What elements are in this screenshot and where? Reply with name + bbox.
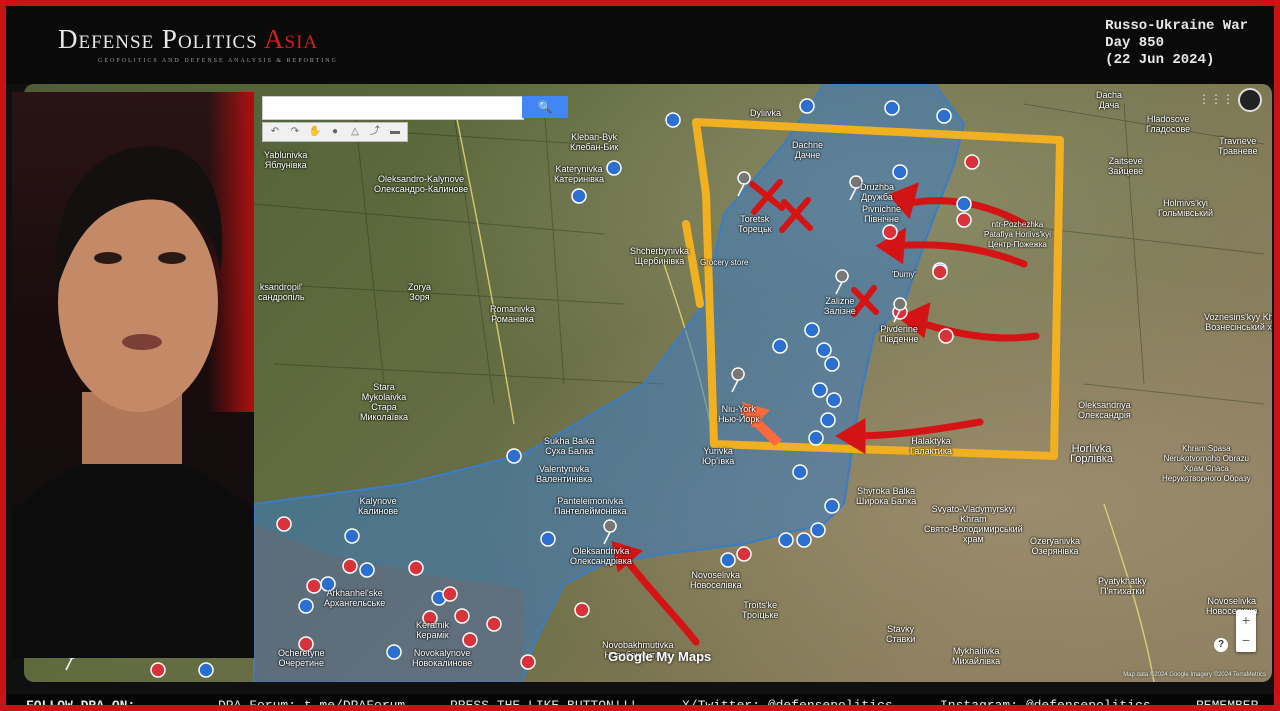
zoom-out-button[interactable]: − bbox=[1236, 630, 1256, 650]
place-label: Yurivka Юр'ївка bbox=[702, 446, 735, 466]
place-label: Dyliivka bbox=[750, 108, 782, 118]
header-bar: Defense Politics Asia GEOPOLITICS AND DE… bbox=[6, 6, 1274, 84]
place-label: Stara Mykolaivka Стара Миколаївка bbox=[360, 382, 409, 422]
map-toolbar: ↶ ↷ ✋ ● △ ⤴ ▬ bbox=[262, 122, 408, 142]
place-label: Sukha Balka Суха Балка bbox=[544, 436, 595, 456]
place-label: Pivnichne Північне bbox=[862, 204, 902, 224]
place-label: Novokalynove Новокалинове bbox=[412, 648, 473, 668]
war-day: Day 850 bbox=[1105, 35, 1164, 51]
map-attribution: Map data ©2024 Google Imagery ©2024 Terr… bbox=[1123, 672, 1266, 678]
war-title: Russo-Ukraine War bbox=[1105, 18, 1248, 34]
brand-name: Defense Politics bbox=[58, 24, 258, 54]
place-label: Kleban-Byk Клебан-Бик bbox=[570, 132, 619, 152]
place-label: Pivdenne Південне bbox=[880, 324, 919, 344]
place-label: Arkhanhel'ske Архангельське bbox=[324, 588, 386, 608]
presenter-webcam bbox=[12, 92, 254, 658]
place-label: Halaktyka Галактика bbox=[910, 436, 952, 456]
place-label: 'Dumy' bbox=[892, 270, 916, 279]
place-label: Troïts'ke Троїцьке bbox=[742, 600, 779, 620]
place-label: ntr-Pozhezhka Patafiya Horlivs'kyi Центр… bbox=[984, 220, 1051, 249]
place-label: Svyato-Vladymyrskyi Khram Свято-Володими… bbox=[924, 504, 1023, 544]
place-label: Toretsk Торецьк bbox=[738, 214, 772, 234]
ticker-remember: REMEMBER bbox=[1196, 698, 1259, 711]
ticker-forum: DPA Forum: t.me/DPAForum bbox=[218, 698, 406, 711]
google-my-maps-logo: Google My Maps bbox=[608, 649, 712, 664]
place-label: Voznesins'kyy Khram Вознесінський храм bbox=[1204, 312, 1272, 332]
brand-logo: Defense Politics Asia bbox=[58, 24, 318, 55]
map-search-input[interactable] bbox=[262, 96, 524, 120]
place-label: Grocery store bbox=[700, 258, 749, 267]
place-label: Khram Spasa Nerukotvornoho Obrazu Храм С… bbox=[1162, 444, 1251, 483]
war-day-overlay: Russo-Ukraine War Day 850 (22 Jun 2024) bbox=[1105, 18, 1248, 69]
place-label: Oleksandriya Олександрія bbox=[1078, 400, 1131, 420]
account-avatar[interactable] bbox=[1238, 88, 1262, 112]
redo-icon[interactable]: ↷ bbox=[286, 125, 304, 139]
place-label: Zorya Зоря bbox=[408, 282, 432, 302]
apps-grid-icon[interactable]: ⋮⋮⋮ bbox=[1198, 92, 1234, 106]
social-ticker: FOLLOW DPA ON: DPA Forum: t.me/DPAForum … bbox=[6, 694, 1274, 711]
place-label: Shcherbynivka Щербинівка bbox=[630, 246, 690, 266]
hand-icon[interactable]: ✋ bbox=[306, 125, 324, 139]
place-label: Keramik Керамік bbox=[416, 620, 450, 640]
place-label: Katerynivka Катеринівка bbox=[554, 164, 605, 184]
presenter-figure bbox=[12, 146, 254, 658]
help-button[interactable]: ? bbox=[1214, 638, 1228, 652]
place-label: Yablunivka Яблунівка bbox=[264, 150, 308, 170]
place-label: Oleksandro-Kalynove Олександро-Калинове bbox=[374, 174, 469, 194]
place-label: Pyatykhatky П'ятихатки bbox=[1098, 576, 1147, 596]
undo-icon[interactable]: ↶ bbox=[266, 125, 284, 139]
place-label: Valentynivka Валентинівка bbox=[536, 464, 593, 484]
place-label: Shyroka Balka Широка Балка bbox=[856, 486, 917, 506]
place-label: Hladosove Гладосове bbox=[1146, 114, 1191, 134]
place-label: Mykhailivka Михайлівка bbox=[952, 646, 1001, 666]
place-label: Kalynove Калинове bbox=[358, 496, 399, 516]
place-label: Zaitseve Зайцеве bbox=[1108, 156, 1144, 176]
zoom-control: + − bbox=[1236, 610, 1256, 652]
place-label: Zalizne Залізне bbox=[824, 296, 856, 316]
ruler-icon[interactable]: ▬ bbox=[386, 125, 404, 139]
place-label: Panteleimonivka Пантелеймонівка bbox=[554, 496, 627, 516]
place-label: ksandropil' сандропіль bbox=[258, 282, 305, 302]
place-label: Ozeryanivka Озерянівка bbox=[1030, 536, 1081, 556]
place-label: Stavky Ставки bbox=[886, 624, 916, 644]
brand-accent: Asia bbox=[264, 24, 319, 54]
place-label: Niu-York Нью-Йорк bbox=[718, 404, 760, 424]
ticker-follow: FOLLOW DPA ON: bbox=[26, 698, 136, 711]
ticker-twitter: X/Twitter: @defensepolitics bbox=[682, 698, 893, 711]
route-icon[interactable]: ⤴ bbox=[366, 125, 384, 139]
place-label: Novoselivka Новоселівка bbox=[690, 570, 742, 590]
place-label: Horlivka Горлівка bbox=[1070, 443, 1113, 465]
ticker-instagram: Instagram: @defensepolitics bbox=[940, 698, 1151, 711]
place-label: Dachne Дачне bbox=[792, 140, 824, 160]
place-label: Holmivs'kyi Гольмівський bbox=[1158, 198, 1214, 218]
place-label: Dacha Дача bbox=[1096, 90, 1123, 110]
marker-icon[interactable]: ● bbox=[326, 125, 344, 139]
polygon-icon[interactable]: △ bbox=[346, 125, 364, 139]
place-label: Oleksandrivka Олександрівка bbox=[570, 546, 632, 566]
zoom-in-button[interactable]: + bbox=[1236, 610, 1256, 630]
place-label: Travneve Травневе bbox=[1218, 136, 1258, 156]
video-frame: Defense Politics Asia GEOPOLITICS AND DE… bbox=[0, 0, 1280, 711]
place-label: Romanivka Романівка bbox=[490, 304, 536, 324]
brand-tagline: GEOPOLITICS AND DEFENSE ANALYSIS & REPOR… bbox=[98, 58, 338, 64]
war-date: (22 Jun 2024) bbox=[1105, 52, 1215, 68]
place-label: Ocheretyne Очеретине bbox=[278, 648, 325, 668]
map-search-button[interactable]: 🔍 bbox=[522, 96, 568, 118]
ticker-like: PRESS THE LIKE BUTTON!!! bbox=[450, 698, 638, 711]
search-icon: 🔍 bbox=[537, 100, 553, 114]
place-label: Druzhba Дружба bbox=[860, 182, 895, 202]
